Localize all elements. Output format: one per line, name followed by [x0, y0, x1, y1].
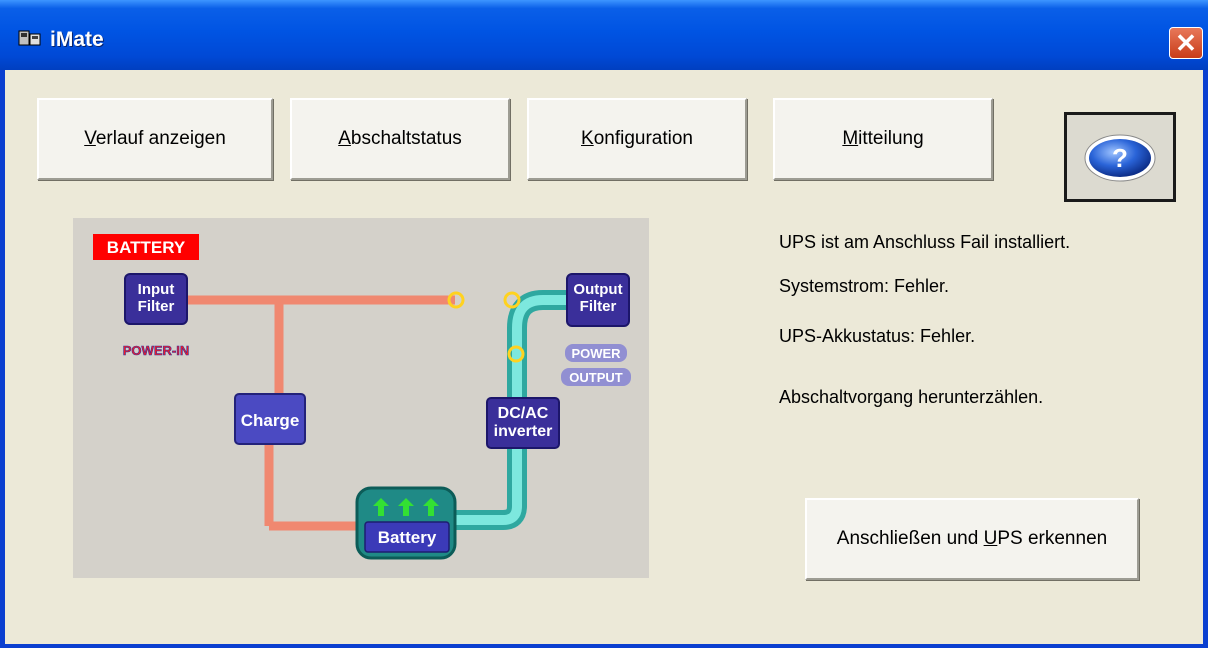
- notification-button[interactable]: Mitteilung: [773, 98, 993, 180]
- close-button[interactable]: ✕: [1169, 27, 1203, 59]
- status-system-power: Systemstrom: Fehler.: [779, 276, 950, 296]
- app-icon: [18, 30, 41, 46]
- connect-detect-ups-button[interactable]: Anschließen und UPS erkennen: [805, 498, 1139, 580]
- output-filter-label-1: Output: [573, 281, 622, 298]
- status-shutdown-countdown: Abschaltvorgang herunterzählen.: [779, 387, 1044, 407]
- connect-detect-ups-button-label: Anschließen und UPS erkennen: [836, 528, 1108, 549]
- ups-power-diagram: BATTERY Input Filter POWER-IN Charge Bat…: [73, 218, 649, 578]
- input-filter-label-2: Filter: [138, 298, 175, 315]
- close-icon: ✕: [1175, 27, 1197, 58]
- title-bar[interactable]: iMate ✕: [0, 0, 1208, 70]
- charging-arrows-icon: [373, 498, 439, 516]
- shutdown-status-button[interactable]: Abschaltstatus: [290, 98, 510, 180]
- inverter-label-2: inverter: [494, 423, 553, 440]
- notification-button-label: Mitteilung: [842, 128, 924, 149]
- power-output-label-2: OUTPUT: [569, 370, 623, 385]
- history-button[interactable]: Verlauf anzeigen: [37, 98, 273, 180]
- configuration-button[interactable]: Konfiguration: [527, 98, 747, 180]
- history-button-label: Verlauf anzeigen: [84, 128, 226, 149]
- inverter-label-1: DC/AC: [498, 405, 549, 422]
- status-battery: UPS-Akkustatus: Fehler.: [779, 326, 976, 346]
- imate-window: iMate ✕ Verlauf anzeigen Abschaltstatus …: [0, 0, 1208, 648]
- input-filter-label-1: Input: [138, 281, 175, 298]
- output-filter-label-2: Filter: [580, 298, 617, 315]
- battery-label: Battery: [378, 528, 437, 547]
- window-title: iMate: [50, 28, 104, 51]
- shutdown-status-button-label: Abschaltstatus: [338, 128, 462, 149]
- mode-badge-label: BATTERY: [107, 238, 186, 257]
- svg-text:?: ?: [1112, 143, 1128, 173]
- charge-label: Charge: [241, 411, 300, 430]
- help-icon: ?: [1084, 134, 1156, 182]
- power-in-label: POWER-IN: [123, 343, 189, 358]
- power-output-label-1: POWER: [571, 346, 621, 361]
- status-port: UPS ist am Anschluss Fail installiert.: [779, 232, 1071, 252]
- help-button[interactable]: ?: [1064, 112, 1176, 202]
- main-panel: Verlauf anzeigen Abschaltstatus Konfigur…: [5, 70, 1203, 644]
- configuration-button-label: Konfiguration: [581, 128, 693, 149]
